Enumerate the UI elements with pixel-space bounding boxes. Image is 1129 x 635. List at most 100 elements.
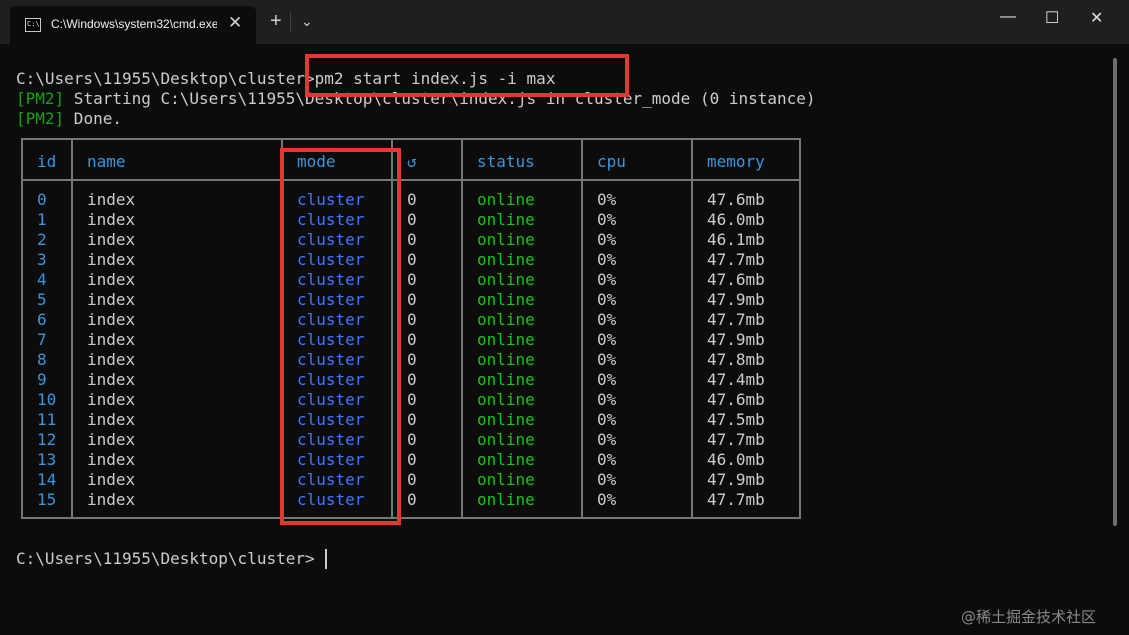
cell-status: online xyxy=(477,210,535,229)
cell-id: 0 xyxy=(37,190,47,209)
cell-memory: 47.7mb xyxy=(707,430,765,449)
cell-status: online xyxy=(477,250,535,269)
cmd-icon: C:\ xyxy=(25,18,41,32)
cell-memory: 47.7mb xyxy=(707,490,765,509)
cell-id: 15 xyxy=(37,490,57,509)
cell-cpu: 0% xyxy=(597,310,617,329)
cell-id: 11 xyxy=(37,410,57,429)
cell-status: online xyxy=(477,390,535,409)
maximize-button[interactable]: ☐ xyxy=(1045,8,1059,28)
done-text: Done. xyxy=(64,109,122,128)
cell-name: index xyxy=(87,370,136,389)
cell-id: 12 xyxy=(37,430,57,449)
minimize-button[interactable]: — xyxy=(1000,8,1016,26)
cell-restart: 0 xyxy=(407,490,417,509)
cell-status: online xyxy=(477,190,535,209)
cell-name: index xyxy=(87,310,136,329)
cell-name: index xyxy=(87,270,136,289)
cell-id: 7 xyxy=(37,330,47,349)
cell-cpu: 0% xyxy=(597,470,617,489)
cell-cpu: 0% xyxy=(597,230,617,249)
toolbar-divider xyxy=(290,12,291,32)
cell-cpu: 0% xyxy=(597,430,617,449)
cell-memory: 47.4mb xyxy=(707,370,765,389)
text-cursor xyxy=(325,549,327,569)
cell-cpu: 0% xyxy=(597,450,617,469)
restart-icon: ↺ xyxy=(407,152,417,171)
header-divider xyxy=(23,179,799,181)
column-divider xyxy=(71,140,73,517)
close-button[interactable]: ✕ xyxy=(1090,8,1103,28)
cell-status: online xyxy=(477,310,535,329)
watermark: @稀土掘金技术社区 xyxy=(961,608,1097,626)
header-status: status xyxy=(477,152,535,171)
cell-restart: 0 xyxy=(407,250,417,269)
cell-id: 4 xyxy=(37,270,47,289)
process-table: id name mode ↺ status cpu memory 0 index c… xyxy=(21,138,801,519)
cell-memory: 47.6mb xyxy=(707,270,765,289)
cell-status: online xyxy=(477,450,535,469)
cell-status: online xyxy=(477,270,535,289)
chevron-down-icon[interactable]: ⌄ xyxy=(301,13,313,30)
cell-status: online xyxy=(477,490,535,509)
header-id: id xyxy=(37,152,57,171)
cell-memory: 47.8mb xyxy=(707,350,765,369)
cell-restart: 0 xyxy=(407,190,417,209)
cell-cpu: 0% xyxy=(597,370,617,389)
tab-title: C:\Windows\system32\cmd.exe xyxy=(51,17,217,31)
done-line: [PM2] Done. xyxy=(16,109,122,129)
cell-id: 8 xyxy=(37,350,47,369)
scrollbar[interactable] xyxy=(1113,58,1117,526)
cell-name: index xyxy=(87,210,136,229)
cell-memory: 46.0mb xyxy=(707,210,765,229)
cell-memory: 47.7mb xyxy=(707,310,765,329)
cell-id: 13 xyxy=(37,450,57,469)
cell-name: index xyxy=(87,470,136,489)
cell-restart: 0 xyxy=(407,390,417,409)
cell-restart: 0 xyxy=(407,330,417,349)
cell-restart: 0 xyxy=(407,450,417,469)
cell-status: online xyxy=(477,430,535,449)
cell-restart: 0 xyxy=(407,470,417,489)
tab-close-icon[interactable]: ✕ xyxy=(228,13,242,33)
cell-memory: 47.7mb xyxy=(707,250,765,269)
cell-cpu: 0% xyxy=(597,210,617,229)
tab-cmd[interactable]: C:\ C:\Windows\system32\cmd.exe ✕ xyxy=(10,6,256,44)
prompt: C:\Users\11955\Desktop\cluster> xyxy=(16,69,315,88)
terminal-window: C:\ C:\Windows\system32\cmd.exe ✕ + ⌄ — … xyxy=(0,0,1129,635)
cell-restart: 0 xyxy=(407,230,417,249)
new-tab-button[interactable]: + xyxy=(270,10,282,33)
cell-id: 14 xyxy=(37,470,57,489)
cell-id: 3 xyxy=(37,250,47,269)
cell-name: index xyxy=(87,190,136,209)
cell-cpu: 0% xyxy=(597,250,617,269)
cell-status: online xyxy=(477,370,535,389)
cell-memory: 47.6mb xyxy=(707,190,765,209)
cell-name: index xyxy=(87,290,136,309)
cell-status: online xyxy=(477,470,535,489)
cell-cpu: 0% xyxy=(597,190,617,209)
header-name: name xyxy=(87,152,126,171)
cell-status: online xyxy=(477,410,535,429)
column-divider xyxy=(581,140,583,517)
cell-restart: 0 xyxy=(407,310,417,329)
pm2-tag: [PM2] xyxy=(16,109,65,128)
cell-status: online xyxy=(477,290,535,309)
cell-name: index xyxy=(87,410,136,429)
cell-memory: 46.0mb xyxy=(707,450,765,469)
header-cpu: cpu xyxy=(597,152,626,171)
cell-id: 9 xyxy=(37,370,47,389)
cell-memory: 46.1mb xyxy=(707,230,765,249)
pm2-tag: [PM2] xyxy=(16,89,65,108)
cell-id: 6 xyxy=(37,310,47,329)
cell-restart: 0 xyxy=(407,430,417,449)
cell-name: index xyxy=(87,230,136,249)
cell-status: online xyxy=(477,350,535,369)
cell-restart: 0 xyxy=(407,410,417,429)
cell-restart: 0 xyxy=(407,270,417,289)
cell-restart: 0 xyxy=(407,210,417,229)
cell-memory: 47.9mb xyxy=(707,290,765,309)
cell-memory: 47.9mb xyxy=(707,470,765,489)
highlight-command-box xyxy=(305,54,629,97)
cell-status: online xyxy=(477,230,535,249)
